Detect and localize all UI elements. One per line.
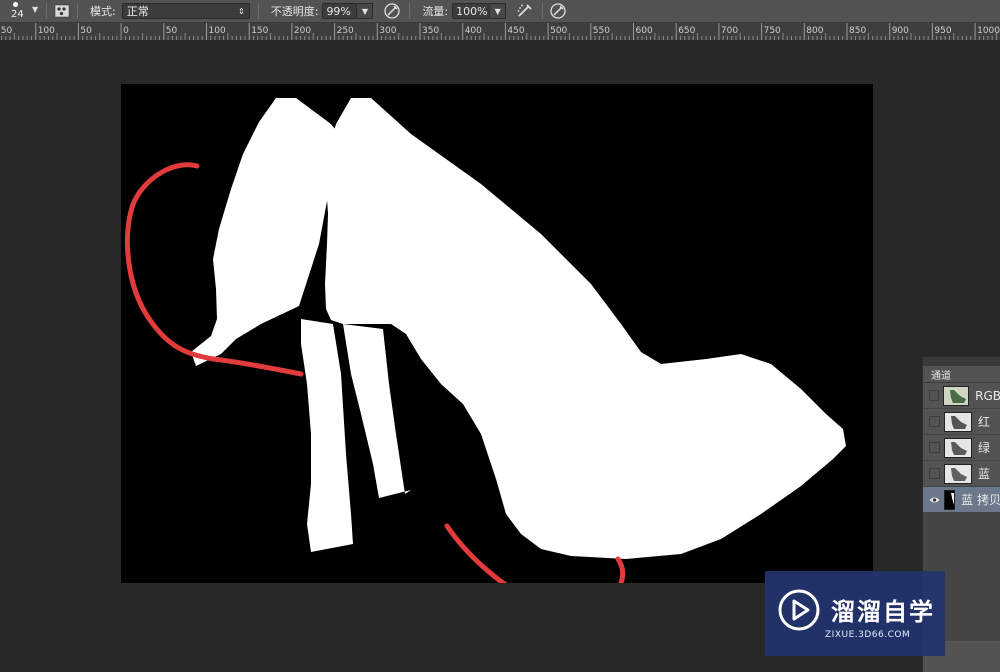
channel-name: 蓝 拷贝	[961, 493, 1000, 507]
options-bar: 24 ▼ 模式: 正常 ⇕ 不透明度: 99% ▼ 流量: 100% ▼	[0, 0, 1000, 23]
ruler-tick-label: 50	[166, 26, 178, 36]
visibility-toggle[interactable]	[929, 442, 940, 453]
document-canvas[interactable]	[121, 84, 873, 583]
blend-mode-select[interactable]: 正常 ⇕	[121, 3, 250, 19]
ruler-tick-label: 100	[209, 26, 226, 36]
channel-name: 绿	[978, 441, 991, 455]
flow-input[interactable]: 100%	[452, 3, 491, 19]
divider	[409, 3, 411, 19]
pen-pressure-icon	[384, 3, 401, 19]
channel-row-blue-copy[interactable]: 蓝 拷贝	[923, 487, 1000, 513]
flow-slider-toggle[interactable]: ▼	[490, 3, 507, 19]
airbrush-button[interactable]	[516, 2, 534, 20]
channel-list: RGB 红 绿 蓝 蓝 拷贝	[923, 382, 1000, 513]
mode-label: 模式:	[90, 5, 116, 18]
ruler-tick-label: 150	[0, 26, 12, 36]
watermark-badge: 溜溜自学 ZIXUE.3D66.COM	[765, 571, 945, 656]
channel-thumbnail	[944, 437, 972, 458]
panel-tab-bar	[923, 357, 1000, 366]
channel-row-green[interactable]: 绿	[923, 435, 1000, 461]
ruler-tick-label: 850	[849, 26, 866, 36]
opacity-slider-toggle[interactable]: ▼	[357, 3, 374, 19]
ruler-tick-label: 50	[80, 26, 92, 36]
brush-tip-icon	[13, 2, 18, 7]
visibility-toggle[interactable]	[929, 468, 940, 479]
flow-label: 流量:	[422, 5, 449, 18]
channel-thumbnail	[944, 411, 972, 432]
divider	[77, 3, 78, 19]
chevron-down-icon: ▼	[32, 5, 39, 14]
tab-channels[interactable]: 通道	[923, 366, 963, 382]
opacity-label: 不透明度:	[270, 5, 319, 18]
pressure-size-button[interactable]	[549, 2, 567, 20]
channel-thumbnail	[944, 489, 956, 510]
ruler-tick-label: 150	[251, 26, 268, 36]
brush-panel-icon	[54, 4, 70, 18]
ruler-tick-label: 750	[764, 26, 781, 36]
ruler-tick-label: 450	[507, 26, 524, 36]
flow-value: 100%	[456, 4, 488, 18]
ruler-tick-label: 250	[337, 26, 354, 36]
watermark-brand: 溜溜自学	[831, 598, 935, 626]
ruler-tick-label: 300	[379, 26, 396, 36]
channel-name: 蓝	[978, 467, 991, 481]
channel-name: RGB	[975, 388, 1000, 403]
ruler-tick-label: 700	[721, 26, 738, 36]
brush-size: 24	[11, 9, 24, 20]
ruler-tick-label: 1000	[977, 26, 1000, 36]
back-heel	[301, 319, 353, 552]
divider	[257, 3, 259, 19]
ruler-tick-label: 900	[892, 26, 909, 36]
channel-thumbnail	[943, 385, 970, 406]
opacity-value: 99%	[326, 4, 351, 18]
pen-pressure-size-icon	[550, 3, 566, 19]
ruler-ticks: 1501005005010015020025030035040045050055…	[0, 23, 1000, 40]
opacity-input[interactable]: 99%	[322, 3, 358, 19]
chevron-down-icon: ▼	[361, 6, 369, 16]
divider	[542, 3, 544, 19]
ruler-tick-label: 350	[422, 26, 439, 36]
ruler-tick-label: 650	[678, 26, 695, 36]
shoe-thumbnail-icon	[945, 438, 971, 457]
channel-row-rgb[interactable]: RGB	[923, 383, 1000, 409]
eye-icon[interactable]	[929, 494, 940, 505]
pressure-opacity-button[interactable]	[383, 2, 401, 20]
brush-preset-picker[interactable]: 24 ▼	[6, 1, 38, 21]
blend-mode-value: 正常	[126, 5, 149, 18]
channel-row-blue[interactable]: 蓝	[923, 461, 1000, 487]
chevron-down-icon: ▼	[494, 6, 501, 16]
eye-glyph	[929, 497, 940, 502]
shoe-thumbnail-icon	[945, 464, 971, 483]
play-logo-icon	[778, 589, 820, 630]
horizontal-ruler[interactable]: 1501005005010015020025030035040045050055…	[0, 23, 1000, 41]
ruler-tick-label: 500	[550, 26, 567, 36]
ruler-tick-label: 100	[38, 26, 55, 36]
visibility-toggle[interactable]	[929, 416, 940, 427]
ruler-tick-label: 0	[123, 26, 129, 36]
channel-mask-image	[124, 98, 846, 583]
divider	[46, 3, 47, 19]
visibility-toggle[interactable]	[929, 390, 940, 401]
channel-row-red[interactable]: 红	[923, 409, 1000, 435]
shoe-thumbnail-icon	[944, 386, 969, 405]
ruler-tick-label: 200	[294, 26, 311, 36]
front-heel	[343, 324, 411, 498]
shoe-thumbnail-icon	[945, 412, 971, 431]
watermark-url: ZIXUE.3D66.COM	[825, 629, 911, 640]
channel-name: 红	[978, 415, 991, 429]
mask-thumbnail-icon	[945, 490, 955, 509]
airbrush-icon	[517, 4, 532, 17]
ruler-tick-label: 550	[593, 26, 610, 36]
ruler-tick-label: 950	[934, 26, 951, 36]
ruler-tick-label: 400	[465, 26, 482, 36]
ruler-tick-label: 600	[636, 26, 653, 36]
updown-arrows-icon: ⇕	[238, 6, 245, 16]
ruler-tick-label: 800	[806, 26, 823, 36]
channel-thumbnail	[944, 463, 972, 484]
brush-panel-toggle[interactable]	[53, 2, 71, 20]
